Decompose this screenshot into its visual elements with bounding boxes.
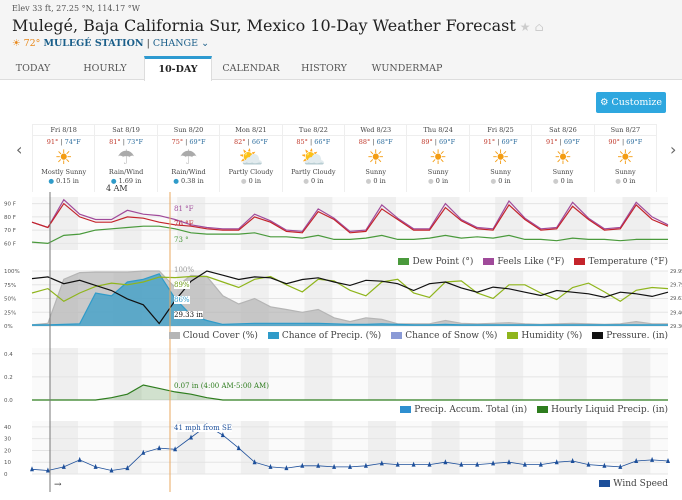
forecast-charts[interactable]: 90 F 80 F 70 F 60 F 100% 75% 50% 25% 0% 29.95 29.7… [0, 0, 682, 500]
dew-point-readout: 73 ° [174, 236, 189, 244]
legend-item[interactable]: Hourly Liquid Precip. (in) [537, 405, 668, 415]
legend-item[interactable]: Cloud Cover (%) [168, 331, 258, 341]
y-tick-label: 0 [4, 472, 8, 478]
wind-direction-arrow-icon: → [54, 480, 62, 490]
y-tick-label: 60 F [4, 241, 16, 247]
legend-swatch [400, 406, 412, 413]
y-tick-label: 40 [4, 425, 11, 431]
hourly-precip-readout: 0.07 in (4:00 AM-5:00 AM) [174, 382, 269, 390]
legend-label: Chance of Precip. (%) [281, 331, 382, 341]
legend-swatch [267, 332, 279, 339]
legend-label: Pressure. (in) [606, 331, 668, 341]
legend-item[interactable]: Pressure. (in) [592, 331, 668, 341]
legend-label: Cloud Cover (%) [182, 331, 258, 341]
legend-label: Precip. Accum. Total (in) [414, 405, 528, 415]
legend-item[interactable]: Chance of Precip. (%) [267, 331, 382, 341]
temperature-readout: 76 °F [174, 220, 194, 228]
legend-swatch [537, 406, 549, 413]
y-tick-label: 0% [4, 324, 13, 330]
y2-tick-label: 29.95 [670, 269, 682, 275]
legend-item[interactable]: Chance of Snow (%) [391, 331, 497, 341]
night-band [622, 348, 651, 400]
night-band [368, 421, 396, 474]
night-band [50, 197, 78, 250]
legend-item[interactable]: Dew Point (°) [398, 257, 473, 267]
legend-swatch [483, 258, 495, 265]
legend-swatch [592, 332, 604, 339]
legend-label: Humidity (%) [521, 331, 583, 341]
y-tick-label: 70 F [4, 228, 16, 234]
y-tick-label: 0.0 [4, 398, 13, 404]
y-tick-label: 10 [4, 460, 11, 466]
legend-wind: Wind Speed [599, 479, 668, 489]
y2-tick-label: 29.79 [670, 283, 682, 289]
legend-item[interactable]: Wind Speed [599, 479, 668, 489]
y-tick-label: 90 F [4, 202, 16, 208]
legend-item[interactable]: Humidity (%) [507, 331, 582, 341]
night-band [622, 421, 651, 474]
legend-swatch [599, 480, 611, 487]
cursor-time: 4 AM [106, 184, 128, 193]
y-tick-label: 0.2 [4, 375, 13, 381]
night-band [368, 348, 396, 400]
y-tick-label: 0.4 [4, 352, 13, 358]
legend-label: Hourly Liquid Precip. (in) [551, 405, 668, 415]
cloud-readout: 100% [174, 266, 195, 274]
y-tick-label: 50% [4, 297, 16, 303]
legend-item[interactable]: Temperature (°F) [574, 257, 668, 267]
legend-swatch [168, 332, 180, 339]
y-tick-label: 100% [4, 269, 20, 275]
legend-item[interactable]: Precip. Accum. Total (in) [400, 405, 527, 415]
night-band [558, 421, 587, 474]
legend-item[interactable]: Feels Like (°F) [483, 257, 564, 267]
night-band [431, 197, 460, 250]
y-tick-label: 30 [4, 437, 11, 443]
y-tick-label: 20 [4, 448, 11, 454]
legend-label: Dew Point (°) [412, 257, 474, 267]
legend-precip: Precip. Accum. Total (in) Hourly Liquid P… [400, 405, 668, 415]
night-band [558, 197, 587, 250]
legend-swatch [391, 332, 403, 339]
night-band [177, 348, 206, 400]
legend-label: Temperature (°F) [588, 257, 668, 267]
night-band [50, 348, 78, 400]
legend-temperature: Dew Point (°) Feels Like (°F) Temperature … [398, 257, 668, 267]
y-tick-label: 25% [4, 310, 16, 316]
feels-like-readout: 81 °F [174, 205, 194, 213]
night-band [431, 348, 460, 400]
legend-label: Wind Speed [613, 479, 668, 489]
y-tick-label: 80 F [4, 215, 16, 221]
y-tick-label: 75% [4, 283, 16, 289]
night-band [113, 197, 142, 250]
legend-swatch [507, 332, 519, 339]
night-band [558, 348, 587, 400]
y2-tick-label: 29.46 [670, 310, 682, 316]
pressure-readout: 29.33 in [174, 311, 204, 319]
legend-label: Feels Like (°F) [497, 257, 565, 267]
y2-tick-label: 29.30 [670, 324, 682, 330]
night-band [240, 348, 269, 400]
night-band [240, 421, 269, 474]
night-band [431, 421, 460, 474]
legend-swatch [398, 258, 410, 265]
legend-precip-chance: Cloud Cover (%) Chance of Precip. (%) Chan… [168, 331, 668, 341]
night-band [495, 348, 524, 400]
y2-tick-label: 29.63 [670, 296, 682, 302]
night-band [304, 348, 333, 400]
legend-swatch [574, 258, 586, 265]
legend-label: Chance of Snow (%) [405, 331, 498, 341]
wind-readout: 41 mph from SE [174, 424, 232, 432]
precip-chance-readout: 86% [174, 296, 190, 304]
night-band [495, 421, 524, 474]
humidity-readout: 89% [174, 281, 190, 289]
